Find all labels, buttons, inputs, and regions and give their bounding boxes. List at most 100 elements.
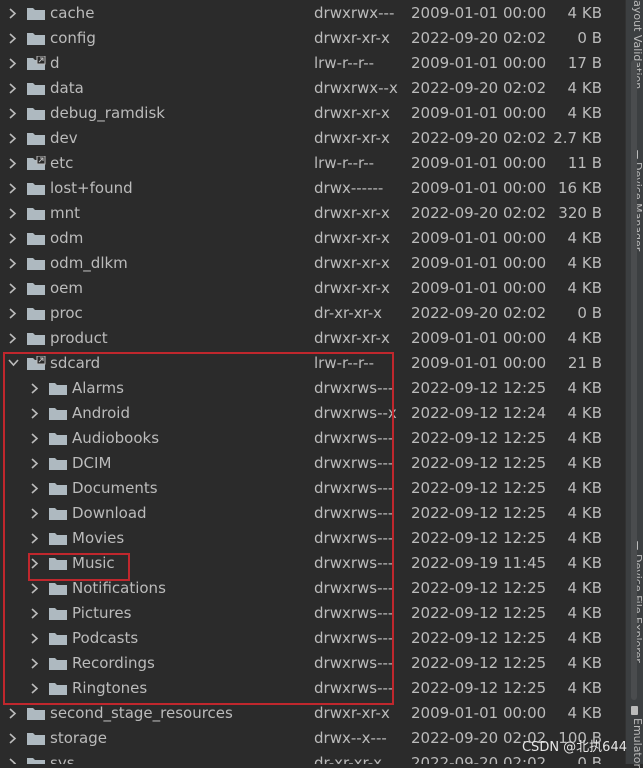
tree-row-documents[interactable]: Documents drwxrws--- 2022-09-12 12:25 4 KB [0,476,625,501]
tree-row-pictures[interactable]: Pictures drwxrws--- 2022-09-12 12:25 4 KB [0,601,625,626]
tree-row-odm[interactable]: odm drwxr-xr-x 2009-01-01 00:00 4 KB [0,226,625,251]
folder-icon [48,406,68,421]
chevron-right-icon[interactable] [30,626,40,651]
tree-row-dcim[interactable]: DCIM drwxrws--- 2022-09-12 12:25 4 KB [0,451,625,476]
folder-icon [26,6,46,21]
file-permissions: drwx------ [314,179,384,197]
file-name: etc [50,154,74,172]
file-size: 0 B [577,304,602,322]
file-name: Notifications [72,579,166,597]
file-size: 4 KB [567,429,602,447]
tree-row-oem[interactable]: oem drwxr-xr-x 2009-01-01 00:00 4 KB [0,276,625,301]
chevron-down-icon[interactable] [8,351,19,376]
chevron-right-icon[interactable] [30,451,40,476]
chevron-right-icon[interactable] [30,676,40,701]
chevron-right-icon[interactable] [30,426,40,451]
file-date: 2022-09-12 12:25 [411,429,547,447]
file-name: second_stage_resources [50,704,233,722]
tree-row-android[interactable]: Android drwxrws--x 2022-09-12 12:24 4 KB [0,401,625,426]
chevron-right-icon[interactable] [8,701,18,726]
tab-emulator[interactable]: Emulator [630,718,643,768]
file-size: 4 KB [567,404,602,422]
file-size: 4 KB [567,479,602,497]
chevron-right-icon[interactable] [30,376,40,401]
tree-row-podcasts[interactable]: Podcasts drwxrws--- 2022-09-12 12:25 4 KB [0,626,625,651]
chevron-right-icon[interactable] [30,526,40,551]
chevron-right-icon[interactable] [8,751,18,764]
tree-row-product[interactable]: product drwxr-xr-x 2009-01-01 00:00 4 KB [0,326,625,351]
chevron-right-icon[interactable] [8,226,18,251]
chevron-right-icon[interactable] [8,126,18,151]
file-name: mnt [50,204,80,222]
tree-row-etc[interactable]: etc lrw-r--r-- 2009-01-01 00:00 11 B [0,151,625,176]
chevron-right-icon[interactable] [30,476,40,501]
chevron-right-icon[interactable] [30,501,40,526]
chevron-right-icon[interactable] [30,651,40,676]
tree-row-second-stage-resources[interactable]: second_stage_resources drwxr-xr-x 2009-01-… [0,701,625,726]
chevron-right-icon[interactable] [30,576,40,601]
file-permissions: drwxrws--- [314,529,394,547]
vertical-scrollbar[interactable] [631,60,637,700]
chevron-right-icon[interactable] [30,551,40,576]
file-name: Download [72,504,147,522]
tree-row-odm-dlkm[interactable]: odm_dlkm drwxr-xr-x 2009-01-01 00:00 4 KB [0,251,625,276]
file-permissions: drwxrws--- [314,379,394,397]
chevron-right-icon[interactable] [8,276,18,301]
file-permissions: drwxrws--- [314,504,394,522]
chevron-right-icon[interactable] [8,51,18,76]
tree-row-audiobooks[interactable]: Audiobooks drwxrws--- 2022-09-12 12:25 4 KB [0,426,625,451]
tree-row-recordings[interactable]: Recordings drwxrws--- 2022-09-12 12:25 4 KB [0,651,625,676]
file-name: DCIM [72,454,112,472]
tree-row-cache[interactable]: cache drwxrwx--- 2009-01-01 00:00 4 KB [0,1,625,26]
folder-icon [26,756,46,764]
tree-row-proc[interactable]: proc dr-xr-xr-x 2022-09-20 02:02 0 B [0,301,625,326]
tree-row-sdcard[interactable]: sdcard lrw-r--r-- 2009-01-01 00:00 21 B [0,351,625,376]
folder-icon [26,81,46,96]
tree-row-movies[interactable]: Movies drwxrws--- 2022-09-12 12:25 4 KB [0,526,625,551]
chevron-right-icon[interactable] [8,151,18,176]
chevron-right-icon[interactable] [8,726,18,751]
tree-row-ringtones[interactable]: Ringtones drwxrws--- 2022-09-12 12:25 4 KB [0,676,625,701]
file-name: d [50,54,60,72]
folder-icon [48,581,68,596]
chevron-right-icon[interactable] [8,251,18,276]
file-size: 17 B [567,54,602,72]
tree-row-alarms[interactable]: Alarms drwxrws--- 2022-09-12 12:25 4 KB [0,376,625,401]
folder-icon [48,531,68,546]
chevron-right-icon[interactable] [8,201,18,226]
chevron-right-icon[interactable] [8,176,18,201]
file-size: 4 KB [567,529,602,547]
tree-row-d[interactable]: d lrw-r--r-- 2009-01-01 00:00 17 B [0,51,625,76]
file-name: lost+found [50,179,133,197]
chevron-right-icon[interactable] [8,101,18,126]
tree-row-mnt[interactable]: mnt drwxr-xr-x 2022-09-20 02:02 320 B [0,201,625,226]
folder-icon [48,431,68,446]
file-name: Ringtones [72,679,148,697]
file-name: proc [50,304,83,322]
tree-row-notifications[interactable]: Notifications drwxrws--- 2022-09-12 12:25 4… [0,576,625,601]
chevron-right-icon[interactable] [30,601,40,626]
file-date: 2009-01-01 00:00 [411,329,547,347]
tree-row-data[interactable]: data drwxrwx--x 2022-09-20 02:02 4 KB [0,76,625,101]
file-permissions: drwxrws--- [314,654,394,672]
chevron-right-icon[interactable] [8,326,18,351]
chevron-right-icon[interactable] [30,401,40,426]
file-date: 2022-09-12 12:25 [411,454,547,472]
chevron-right-icon[interactable] [8,76,18,101]
file-permissions: drwxrws--- [314,604,394,622]
tree-row-debug-ramdisk[interactable]: debug_ramdisk drwxr-xr-x 2009-01-01 00:00 4… [0,101,625,126]
chevron-right-icon[interactable] [8,301,18,326]
file-permissions: dr-xr-xr-x [314,754,383,764]
tree-row-lost-found[interactable]: lost+found drwx------ 2009-01-01 00:00 16 K… [0,176,625,201]
folder-icon [26,131,46,146]
tree-row-music[interactable]: Music drwxrws--- 2022-09-19 11:45 4 KB [0,551,625,576]
file-name: Recordings [72,654,155,672]
tree-row-config[interactable]: config drwxr-xr-x 2022-09-20 02:02 0 B [0,26,625,51]
tree-row-download[interactable]: Download drwxrws--- 2022-09-12 12:25 4 KB [0,501,625,526]
tree-row-dev[interactable]: dev drwxr-xr-x 2022-09-20 02:02 2.7 KB [0,126,625,151]
folder-icon [48,506,68,521]
file-name: Music [72,554,115,572]
chevron-right-icon[interactable] [8,1,18,26]
chevron-right-icon[interactable] [8,26,18,51]
file-date: 2009-01-01 00:00 [411,179,547,197]
